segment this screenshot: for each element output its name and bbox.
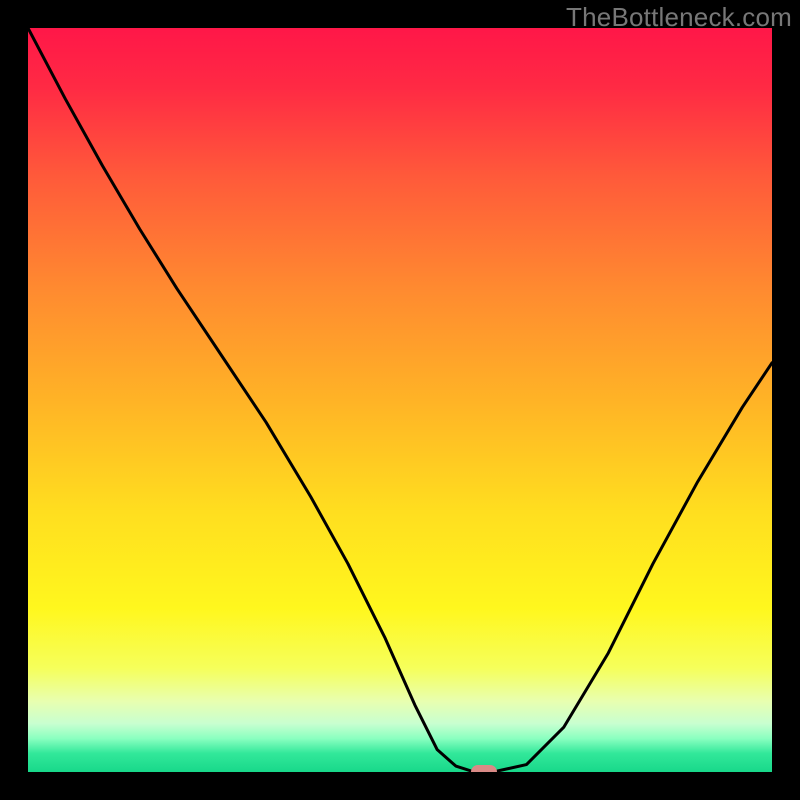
optimal-marker	[471, 765, 497, 772]
chart-container: TheBottleneck.com	[0, 0, 800, 800]
curve-layer	[28, 28, 772, 772]
plot-area	[28, 28, 772, 772]
bottleneck-curve	[28, 28, 772, 772]
